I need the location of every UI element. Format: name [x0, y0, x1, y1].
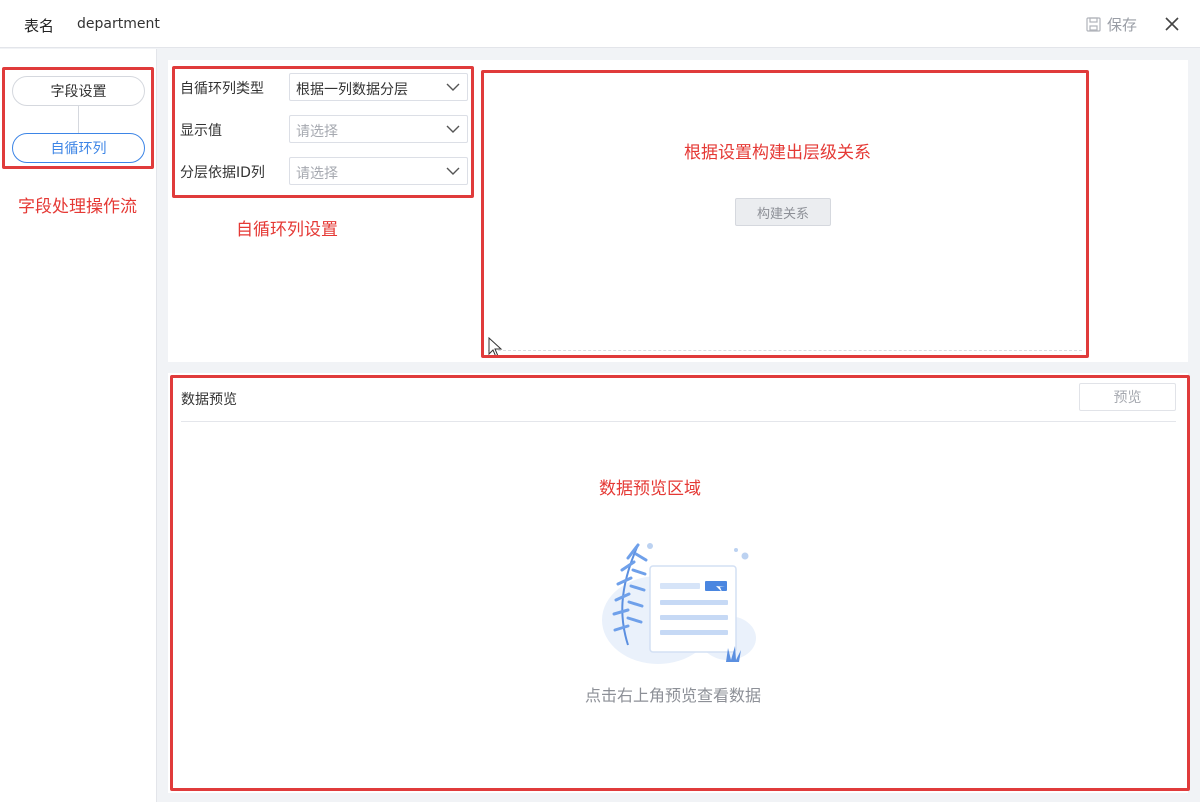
save-label: 保存: [1107, 15, 1138, 34]
flow-annotation-box: [2, 67, 154, 169]
relation-annotation-text: 根据设置构建出层级关系: [684, 143, 871, 163]
preview-annotation-box: [170, 375, 1190, 791]
save-icon: [1086, 16, 1101, 32]
relation-annotation-box: [481, 70, 1089, 358]
table-name-label: 表名: [24, 17, 55, 35]
dialog-header: 表名 department 保存: [0, 0, 1200, 48]
preview-annotation-text: 数据预览区域: [599, 479, 701, 499]
flow-annotation-text: 字段处理操作流: [18, 197, 137, 217]
table-name-value: department: [77, 16, 160, 32]
settings-annotation-text: 自循环列设置: [236, 220, 338, 240]
save-button[interactable]: 保存: [1086, 13, 1137, 35]
close-icon[interactable]: [1162, 14, 1182, 34]
settings-annotation-box: [172, 66, 474, 198]
